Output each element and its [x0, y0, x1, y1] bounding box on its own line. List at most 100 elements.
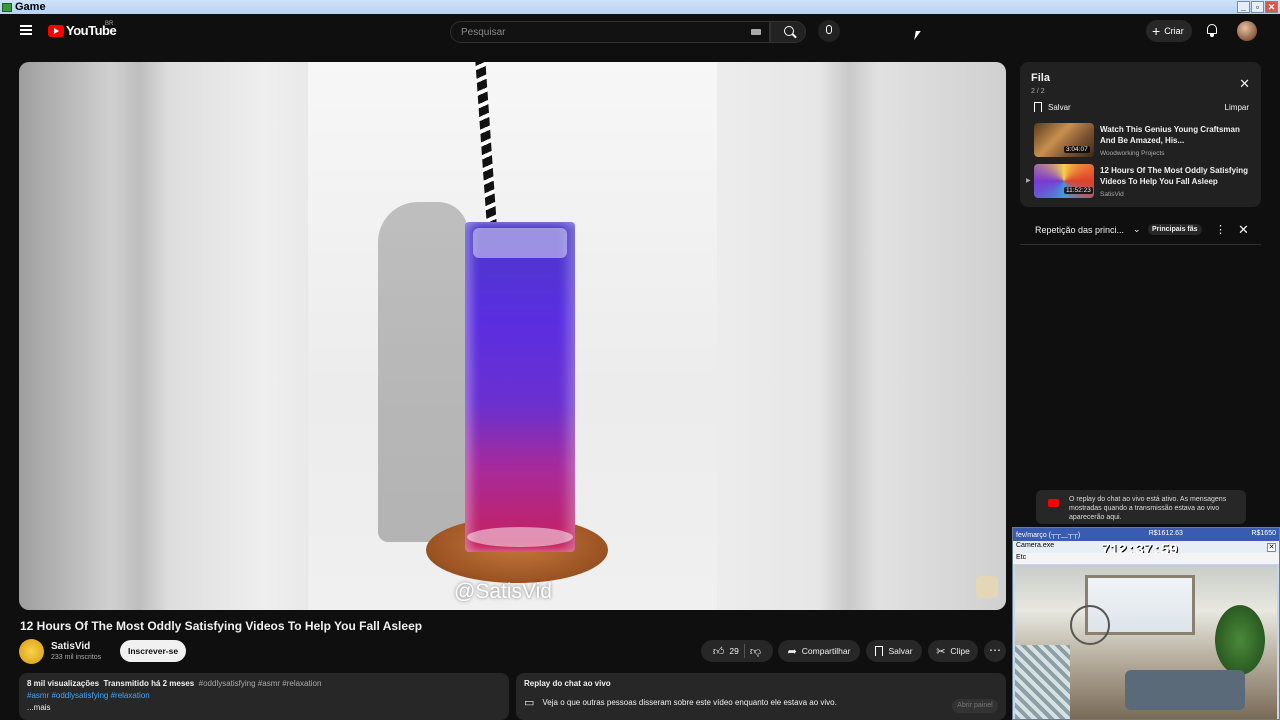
- chat-replay-notice: O replay do chat ao vivo está ativo. As …: [1036, 490, 1246, 524]
- queue-panel: Fila 2 / 2 ✕ Salvar Limpar 3:04:07 Watch…: [1020, 62, 1261, 207]
- camera-overlay-window[interactable]: fev/março (┬┬﹏┬┬) R$1612.63 R$1650 Camer…: [1012, 527, 1280, 720]
- stream-date: Transmitido há 2 meses: [103, 679, 195, 688]
- chat-replay-box: Replay do chat ao vivo ▭ Veja o que outr…: [516, 673, 1006, 720]
- top-fans-badge[interactable]: Principais fãs: [1148, 224, 1202, 235]
- mic-icon: [826, 25, 832, 34]
- save-button[interactable]: Salvar: [866, 640, 922, 662]
- camera-feed: [1015, 565, 1277, 719]
- overlay-label: fev/março (┬┬﹏┬┬): [1016, 532, 1081, 539]
- curtain-fold: [819, 62, 879, 610]
- glass-bottom: [467, 527, 573, 547]
- youtube-play-icon: [48, 24, 64, 37]
- chair: [1015, 645, 1070, 719]
- share-label: Compartilhar: [801, 646, 851, 656]
- chat-icon: ▭: [524, 697, 535, 709]
- avatar[interactable]: [1237, 21, 1257, 41]
- show-more-link[interactable]: ...mais: [27, 703, 501, 712]
- minimize-button[interactable]: _: [1237, 1, 1250, 13]
- more-options-icon[interactable]: ⋮: [1215, 223, 1226, 236]
- chat-note-text: O replay do chat ao vivo está ativo. As …: [1069, 496, 1227, 521]
- bell-icon[interactable]: [1206, 24, 1218, 37]
- glass: [465, 222, 575, 552]
- os-titlebar: Game _ ▫ ✕: [0, 0, 1280, 14]
- channel-avatar[interactable]: [19, 639, 44, 664]
- window-title: Game: [15, 1, 46, 13]
- plant: [1215, 605, 1265, 675]
- queue-save-button[interactable]: Salvar: [1034, 102, 1071, 112]
- bookmark-icon: [1034, 102, 1042, 112]
- create-button[interactable]: + Criar: [1146, 20, 1192, 42]
- now-playing-icon: ▶: [1026, 178, 1031, 184]
- menu-icon[interactable]: [20, 25, 32, 35]
- duration-badge: 3:04:07: [1064, 146, 1090, 153]
- channel-watermark-icon[interactable]: [976, 576, 998, 598]
- search-input[interactable]: [451, 22, 741, 43]
- description-meta: 8 mil visualizações Transmitido há 2 mes…: [27, 679, 501, 688]
- close-icon[interactable]: ✕: [1239, 76, 1250, 92]
- thumbs-up-icon[interactable]: 👍︎: [713, 645, 725, 658]
- queue-clear-button[interactable]: Limpar: [1225, 103, 1249, 112]
- more-actions-button[interactable]: ⋯: [984, 640, 1006, 662]
- open-panel-button[interactable]: Abrir painel: [952, 699, 998, 713]
- search-button[interactable]: [770, 21, 806, 43]
- chat-mode-selector[interactable]: Repetição das princi...: [1035, 225, 1124, 235]
- camera-window-title: Camera.exe: [1016, 542, 1055, 549]
- clip-label: Clipe: [950, 646, 970, 656]
- search-box: [450, 21, 770, 43]
- view-count: 8 mil visualizações: [27, 679, 100, 688]
- chat-replay-title: Replay do chat ao vivo: [524, 679, 611, 688]
- queue-count: 2 / 2: [1031, 88, 1045, 95]
- bookmark-icon: [875, 646, 884, 656]
- queue-item[interactable]: ▶ 11:52:23 12 Hours Of The Most Oddly Sa…: [1026, 164, 1258, 202]
- queue-item-channel: Woodworking Projects: [1100, 150, 1165, 157]
- share-icon: ➦: [787, 645, 797, 658]
- hashtag-links[interactable]: #asmr #oddlysatisfying #relaxation: [27, 691, 501, 700]
- chat-replay-text: Veja o que outras pessoas disseram sobre…: [542, 698, 837, 707]
- camera-menu[interactable]: Etc: [1013, 553, 1279, 564]
- duration-badge: 11:52:23: [1064, 187, 1093, 194]
- queue-item-channel: SatisVid: [1100, 191, 1124, 198]
- plus-icon: +: [1152, 23, 1161, 39]
- video-watermark: @SatisVid: [454, 580, 552, 603]
- search-icon: [784, 26, 794, 36]
- overlay-amount: R$1612.63: [1148, 530, 1183, 537]
- close-icon[interactable]: ✕: [1238, 222, 1249, 238]
- scissors-icon: ✂: [936, 645, 946, 658]
- overlay-topbar: fev/março (┬┬﹏┬┬) R$1612.63 R$1650: [1013, 528, 1279, 541]
- save-label: Salvar: [888, 646, 913, 656]
- queue-item[interactable]: 3:04:07 Watch This Genius Young Craftsma…: [1028, 123, 1258, 161]
- close-icon[interactable]: ✕: [1267, 543, 1276, 552]
- subscribe-button[interactable]: Inscrever-se: [120, 640, 186, 662]
- create-label: Criar: [1164, 26, 1184, 36]
- keyboard-icon[interactable]: [751, 29, 761, 35]
- window-controls: _ ▫ ✕: [1237, 1, 1278, 13]
- video-title: 12 Hours Of The Most Oddly Satisfying Vi…: [20, 619, 423, 633]
- video-player[interactable]: @SatisVid: [19, 62, 1006, 610]
- share-button[interactable]: ➦ Compartilhar: [778, 640, 860, 662]
- voice-search-button[interactable]: [818, 20, 840, 42]
- curtain-fold: [109, 62, 169, 610]
- live-chat-header: Repetição das princi... ⌄ Principais fãs…: [1020, 215, 1261, 245]
- thumbs-down-icon[interactable]: 👎︎: [750, 645, 761, 658]
- hashtags-line: #oddlysatisfying #asmr #relaxation: [198, 679, 322, 688]
- shadow-shape: [378, 202, 468, 542]
- country-code: BR: [105, 21, 114, 27]
- description-box[interactable]: 8 mil visualizações Transmitido há 2 mes…: [19, 673, 509, 720]
- queue-item-title: 12 Hours Of The Most Oddly Satisfying Vi…: [1100, 166, 1249, 186]
- table: [1125, 670, 1245, 710]
- like-dislike-group: 👍︎ 29 👎︎: [701, 640, 773, 662]
- youtube-play-icon: [1048, 499, 1059, 507]
- subscriber-count: 233 mil inscritos: [51, 654, 102, 661]
- chevron-down-icon[interactable]: ⌄: [1133, 224, 1141, 235]
- app-icon: [2, 2, 12, 12]
- maximize-button[interactable]: ▫: [1251, 1, 1264, 13]
- overlay-goal: R$1650: [1251, 530, 1276, 537]
- queue-save-label: Salvar: [1048, 102, 1071, 112]
- channel-name[interactable]: SatisVid: [51, 641, 90, 652]
- queue-item-title: Watch This Genius Young Craftsman And Be…: [1100, 125, 1240, 145]
- clip-button[interactable]: ✂ Clipe: [928, 640, 978, 662]
- close-window-button[interactable]: ✕: [1265, 1, 1278, 13]
- fan: [1070, 605, 1110, 645]
- like-count[interactable]: 29: [729, 646, 738, 656]
- queue-title: Fila: [1031, 72, 1050, 84]
